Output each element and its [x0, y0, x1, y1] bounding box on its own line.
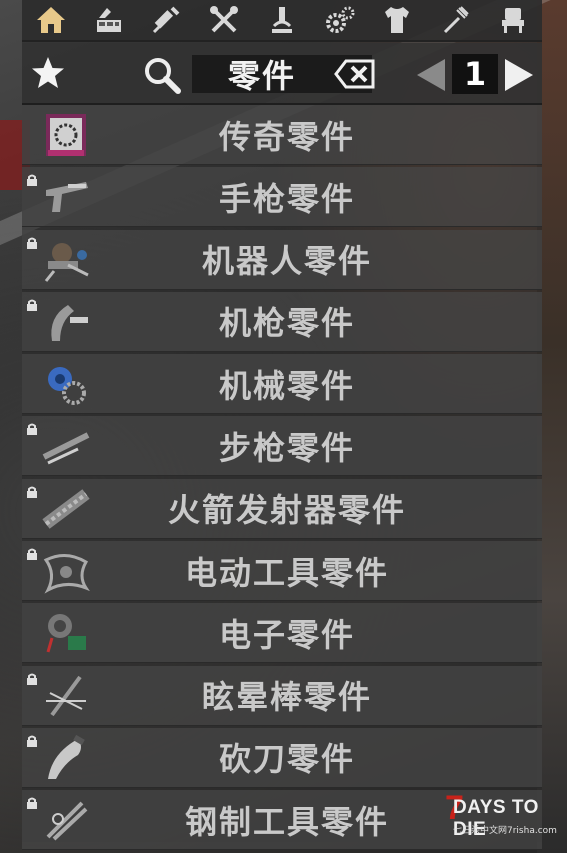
- category-toolbar: [22, 0, 542, 42]
- legendary-parts-icon: [38, 110, 94, 160]
- page-prev-arrow-icon[interactable]: [415, 57, 447, 93]
- gears-icon[interactable]: [320, 1, 360, 39]
- item-label: 手枪零件: [218, 179, 355, 218]
- microscope-icon[interactable]: [262, 1, 302, 39]
- chair-icon[interactable]: [493, 1, 533, 39]
- item-label: 电动工具零件: [184, 553, 389, 592]
- power-tool-parts-icon: [38, 546, 94, 596]
- forge-icon[interactable]: [89, 1, 129, 39]
- stun-baton-parts-icon: [38, 671, 94, 721]
- electronic-parts-icon: [38, 608, 94, 658]
- clear-search-icon[interactable]: [334, 58, 376, 90]
- page-next-arrow-icon[interactable]: [503, 57, 535, 93]
- list-item[interactable]: 手枪零件: [22, 167, 542, 228]
- list-item[interactable]: 传奇零件: [22, 105, 542, 165]
- list-item[interactable]: 机枪零件: [22, 291, 542, 352]
- mechanical-parts-icon: [38, 359, 94, 409]
- search-input-value: 零件: [227, 57, 296, 95]
- home-icon[interactable]: [31, 1, 71, 39]
- list-item[interactable]: 机械零件: [22, 354, 542, 415]
- rocket-launcher-parts-icon: [38, 484, 94, 534]
- list-item[interactable]: 步枪零件: [22, 416, 542, 477]
- machine-gun-parts-icon: [38, 297, 94, 347]
- item-label: 眩晕棒零件: [201, 678, 372, 717]
- list-item[interactable]: 火箭发射器零件: [22, 478, 542, 539]
- robotics-parts-icon: [38, 235, 94, 285]
- item-label: 机器人零件: [201, 242, 372, 281]
- machete-parts-icon: [38, 733, 94, 783]
- item-label: 火箭发射器零件: [167, 491, 406, 530]
- game-logo-watermark: 7 DAYS TO DIE 七日杀中文网7risha.com: [445, 789, 557, 841]
- pistol-parts-icon: [38, 172, 94, 222]
- item-label: 机枪零件: [218, 304, 355, 343]
- search-icon[interactable]: [142, 55, 182, 95]
- item-label: 机械零件: [218, 366, 355, 405]
- list-item[interactable]: 砍刀零件: [22, 727, 542, 788]
- item-label: 步枪零件: [218, 428, 355, 467]
- tools-icon[interactable]: [204, 1, 244, 39]
- syringe-icon[interactable]: [146, 1, 186, 39]
- item-label: 传奇零件: [218, 117, 355, 156]
- fork-icon[interactable]: [435, 1, 475, 39]
- logo-subtitle: 七日杀中文网7risha.com: [453, 826, 557, 836]
- list-item[interactable]: 机器人零件: [22, 229, 542, 290]
- rifle-parts-icon: [38, 421, 94, 471]
- item-label: 砍刀零件: [218, 740, 355, 779]
- shirt-icon[interactable]: [377, 1, 417, 39]
- page-number: 1: [452, 54, 498, 94]
- recipe-list: 传奇零件 手枪零件 机器人零件 机枪零件 机械零件 步枪零件 火箭发射器零件 电…: [22, 105, 542, 853]
- list-item[interactable]: 电子零件: [22, 603, 542, 664]
- item-label: 电子零件: [218, 615, 355, 654]
- steel-tool-parts-icon: [38, 795, 94, 845]
- search-header: 零件 1: [22, 43, 542, 105]
- list-item[interactable]: 眩晕棒零件: [22, 665, 542, 726]
- favorites-star-icon[interactable]: [30, 55, 66, 91]
- list-item[interactable]: 电动工具零件: [22, 541, 542, 602]
